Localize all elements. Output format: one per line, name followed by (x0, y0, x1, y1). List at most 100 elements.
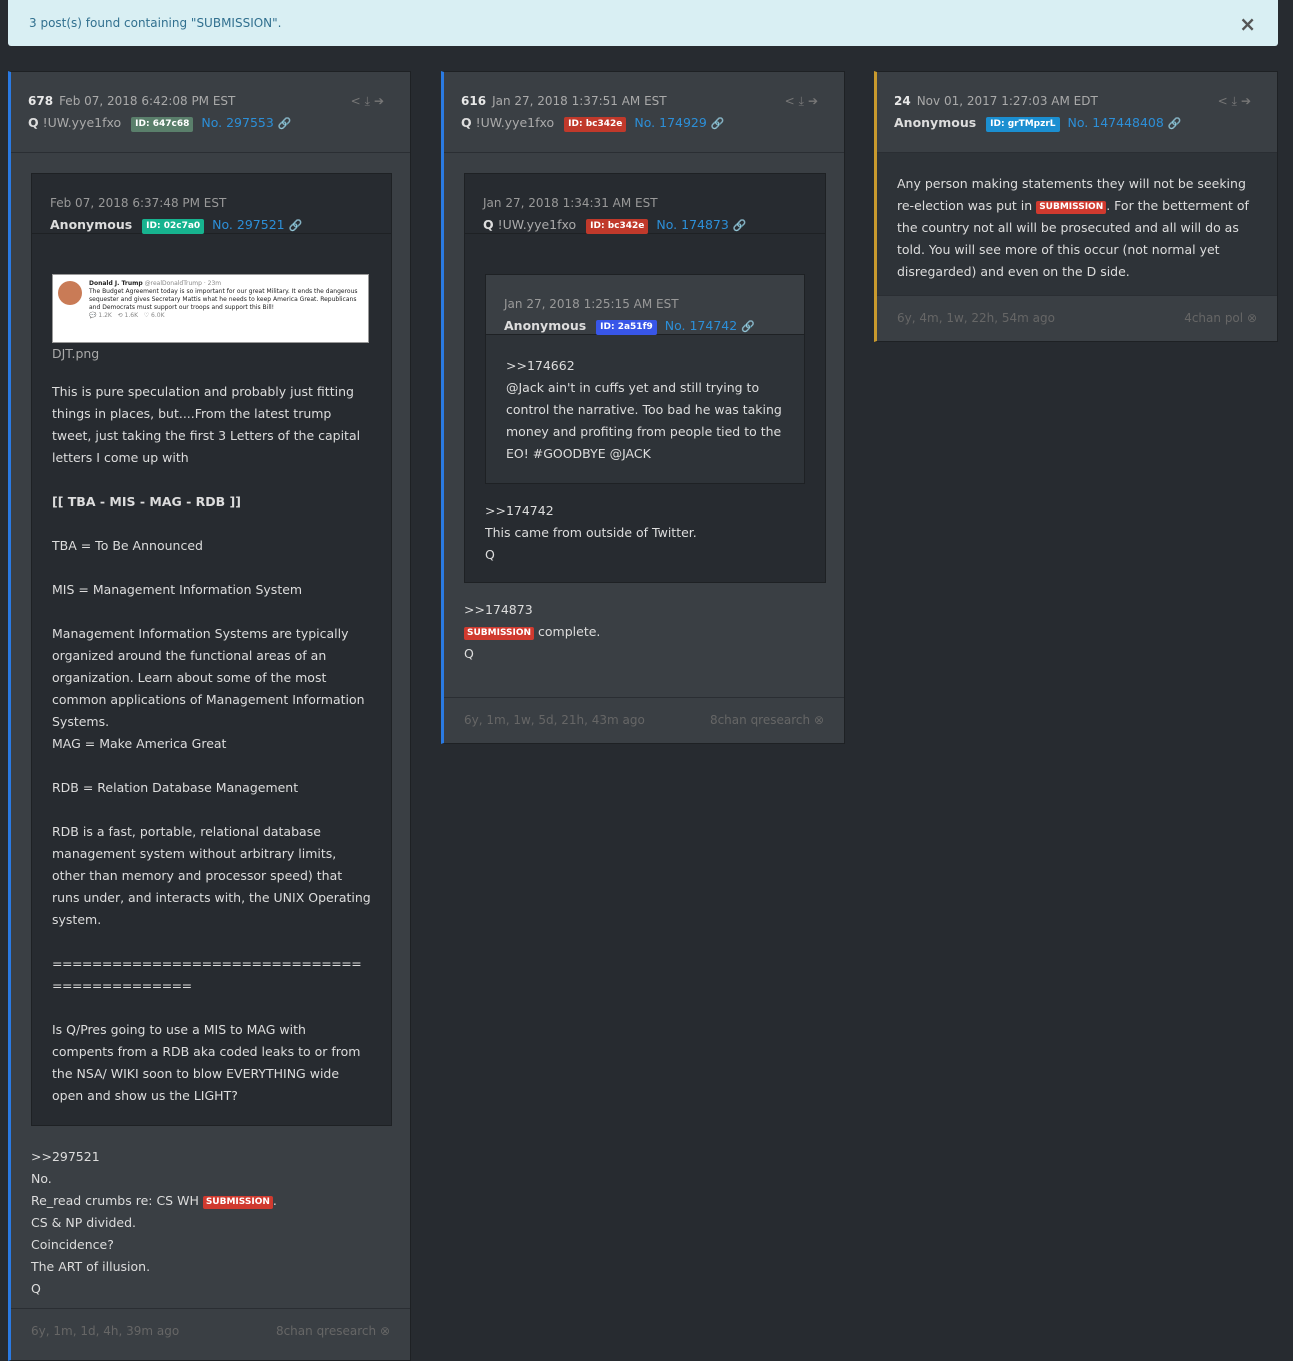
image-filename[interactable]: DJT.png (52, 343, 371, 365)
nested-quoted-post: Jan 27, 2018 1:25:15 AM EST Anonymous ID… (485, 274, 805, 484)
search-result-alert: 3 post(s) found containing "SUBMISSION".… (8, 0, 1278, 46)
search-highlight: SUBMISSION (1036, 201, 1107, 214)
post-age: 6y, 1m, 1w, 5d, 21h, 43m ago (464, 713, 645, 727)
quote-line: This is pure speculation and probably ju… (52, 384, 361, 465)
arrow-right-icon[interactable]: ➔ (808, 94, 822, 108)
quoted-post-header: Jan 27, 2018 1:34:31 AM EST Q !UW.yye1fx… (465, 174, 825, 234)
poster-id-badge: ID: 647c68 (131, 117, 194, 132)
reply-line: SUBMISSION complete. (464, 621, 824, 643)
tripcode: !UW.yye1fxo (475, 115, 555, 130)
post-source: 8chan qresearch ⊗ (709, 713, 824, 727)
avatar (58, 281, 82, 305)
nested-post-link[interactable]: No. 174742 🔗 (665, 318, 755, 334)
post-source: 8chan qresearch ⊗ (275, 1324, 390, 1338)
reply-line: Q (31, 1281, 41, 1296)
post-card-678: 678 Feb 07, 2018 6:42:08 PM EST Q !UW.yye… (8, 71, 411, 1361)
tweet-text: Donald J. Trump @realDonaldTrump · 23m T… (89, 280, 358, 319)
quoted-post-link[interactable]: No. 174873 🔗 (656, 217, 747, 233)
post-header: 616 Jan 27, 2018 1:37:51 AM EST Q !UW.yye… (444, 72, 844, 153)
quoted-poster-name: Q (483, 217, 494, 232)
share-icon[interactable]: < (351, 94, 365, 108)
reply-line: The ART of illusion. (31, 1259, 151, 1274)
link-icon: 🔗 (741, 320, 755, 333)
download-icon[interactable]: ⤓ (799, 94, 808, 108)
link-icon: 🔗 (288, 219, 303, 232)
post-card-24: 24 Nov 01, 2017 1:27:03 AM EDT Anonymous … (874, 71, 1278, 342)
quote-line: This came from outside of Twitter. (485, 525, 697, 540)
post-source: 4chan pol ⊗ (1184, 311, 1257, 325)
link-icon: 🔗 (732, 219, 747, 232)
tripcode: !UW.yye1fxo (497, 217, 577, 232)
arrow-right-icon[interactable]: ➔ (374, 94, 388, 108)
reply-line: Q (464, 646, 474, 661)
reply-reference[interactable]: >>174662 (506, 355, 784, 377)
quote-line: RDB = Relation Database Management (52, 780, 299, 795)
search-highlight: SUBMISSION (202, 1196, 273, 1209)
reply-line: Re_read crumbs re: CS WH SUBMISSION. (31, 1193, 277, 1209)
nested-post-body: >>174662 @Jack ain't in cuffs yet and st… (486, 335, 804, 483)
post-actions: <⤓➔ (1218, 94, 1255, 109)
nested-poster-name: Anonymous (504, 318, 587, 333)
poster-id-badge: ID: bc342e (564, 117, 627, 132)
quote-line: RDB is a fast, portable, relational data… (52, 824, 371, 927)
link-icon: 🔗 (277, 117, 292, 130)
reply-reference[interactable]: >>297521 (31, 1146, 390, 1168)
post-body: Feb 07, 2018 6:37:48 PM EST Anonymous ID… (11, 153, 410, 1300)
quoted-poster-id-badge: ID: 02c7a0 (142, 219, 205, 234)
alert-message: 3 post(s) found containing "SUBMISSION". (29, 16, 282, 30)
nested-poster-id-badge: ID: 2a51f9 (596, 320, 657, 335)
post-number-link[interactable]: No. 147448408 🔗 (1068, 115, 1182, 131)
close-circle-icon[interactable]: ⊗ (1247, 311, 1257, 325)
reply-text: >>174873 SUBMISSION complete. Q (464, 583, 824, 665)
post-actions: <⤓➔ (785, 94, 822, 109)
share-icon[interactable]: < (1218, 94, 1232, 108)
quote-line: [[ TBA - MIS - MAG - RDB ]] (52, 494, 241, 509)
quoted-post: Feb 07, 2018 6:37:48 PM EST Anonymous ID… (31, 173, 392, 1126)
post-header: 678 Feb 07, 2018 6:42:08 PM EST Q !UW.yye… (11, 72, 410, 153)
quote-line: Q (485, 547, 495, 562)
quoted-post-date: Feb 07, 2018 6:37:48 PM EST (50, 196, 227, 210)
nested-post-header: Jan 27, 2018 1:25:15 AM EST Anonymous ID… (486, 275, 804, 335)
reply-line: No. (31, 1171, 52, 1186)
quoted-post-link[interactable]: No. 297521 🔗 (212, 217, 303, 233)
poster-name: Anonymous (894, 115, 977, 130)
close-circle-icon[interactable]: ⊗ (814, 713, 824, 727)
reply-line: Coincidence? (31, 1237, 114, 1252)
reply-text: >>297521 No. Re_read crumbs re: CS WH SU… (31, 1126, 390, 1300)
post-number: 24 (894, 94, 911, 108)
post-date: Feb 07, 2018 6:42:08 PM EST (59, 94, 236, 108)
quoted-post-body: Donald J. Trump @realDonaldTrump · 23m T… (32, 234, 391, 1125)
quote-line: MAG = Make America Great (52, 736, 227, 751)
poster-id-badge: ID: grTMpzrL (986, 117, 1060, 132)
post-footer: 6y, 1m, 1d, 4h, 39m ago 8chan qresearch … (11, 1308, 410, 1355)
alert-close-icon[interactable]: × (1239, 12, 1256, 36)
post-number-link[interactable]: No. 174929 🔗 (634, 115, 725, 131)
quote-line: Is Q/Pres going to use a MIS to MAG with… (52, 1022, 361, 1103)
nested-post-date: Jan 27, 2018 1:25:15 AM EST (504, 297, 679, 311)
search-highlight: SUBMISSION (464, 627, 535, 640)
poster-name: Q (28, 115, 39, 130)
link-icon: 🔗 (1167, 117, 1182, 130)
post-footer: 6y, 1m, 1w, 5d, 21h, 43m ago 8chan qrese… (444, 697, 844, 744)
arrow-right-icon[interactable]: ➔ (1241, 94, 1255, 108)
post-age: 6y, 1m, 1d, 4h, 39m ago (31, 1324, 180, 1338)
tripcode: !UW.yye1fxo (42, 115, 122, 130)
download-icon[interactable]: ⤓ (365, 94, 374, 108)
quoted-post-body: Jan 27, 2018 1:25:15 AM EST Anonymous ID… (465, 234, 825, 582)
reply-reference[interactable]: >>174873 (464, 599, 824, 621)
post-actions: <⤓➔ (351, 94, 388, 109)
quote-line: ========================================… (52, 956, 362, 993)
post-date: Jan 27, 2018 1:37:51 AM EST (492, 94, 667, 108)
download-icon[interactable]: ⤓ (1232, 94, 1241, 108)
post-number: 616 (461, 94, 487, 108)
post-header: 24 Nov 01, 2017 1:27:03 AM EDT Anonymous … (877, 72, 1277, 153)
post-card-616: 616 Jan 27, 2018 1:37:51 AM EST Q !UW.yye… (441, 71, 845, 744)
post-date: Nov 01, 2017 1:27:03 AM EDT (916, 94, 1098, 108)
reply-reference[interactable]: >>174742 (485, 500, 805, 522)
post-number-link[interactable]: No. 297553 🔗 (201, 115, 292, 131)
tweet-image[interactable]: Donald J. Trump @realDonaldTrump · 23m T… (52, 274, 369, 343)
nested-post-text: @Jack ain't in cuffs yet and still tryin… (506, 380, 782, 461)
close-circle-icon[interactable]: ⊗ (380, 1324, 390, 1338)
link-icon: 🔗 (710, 117, 725, 130)
share-icon[interactable]: < (785, 94, 799, 108)
